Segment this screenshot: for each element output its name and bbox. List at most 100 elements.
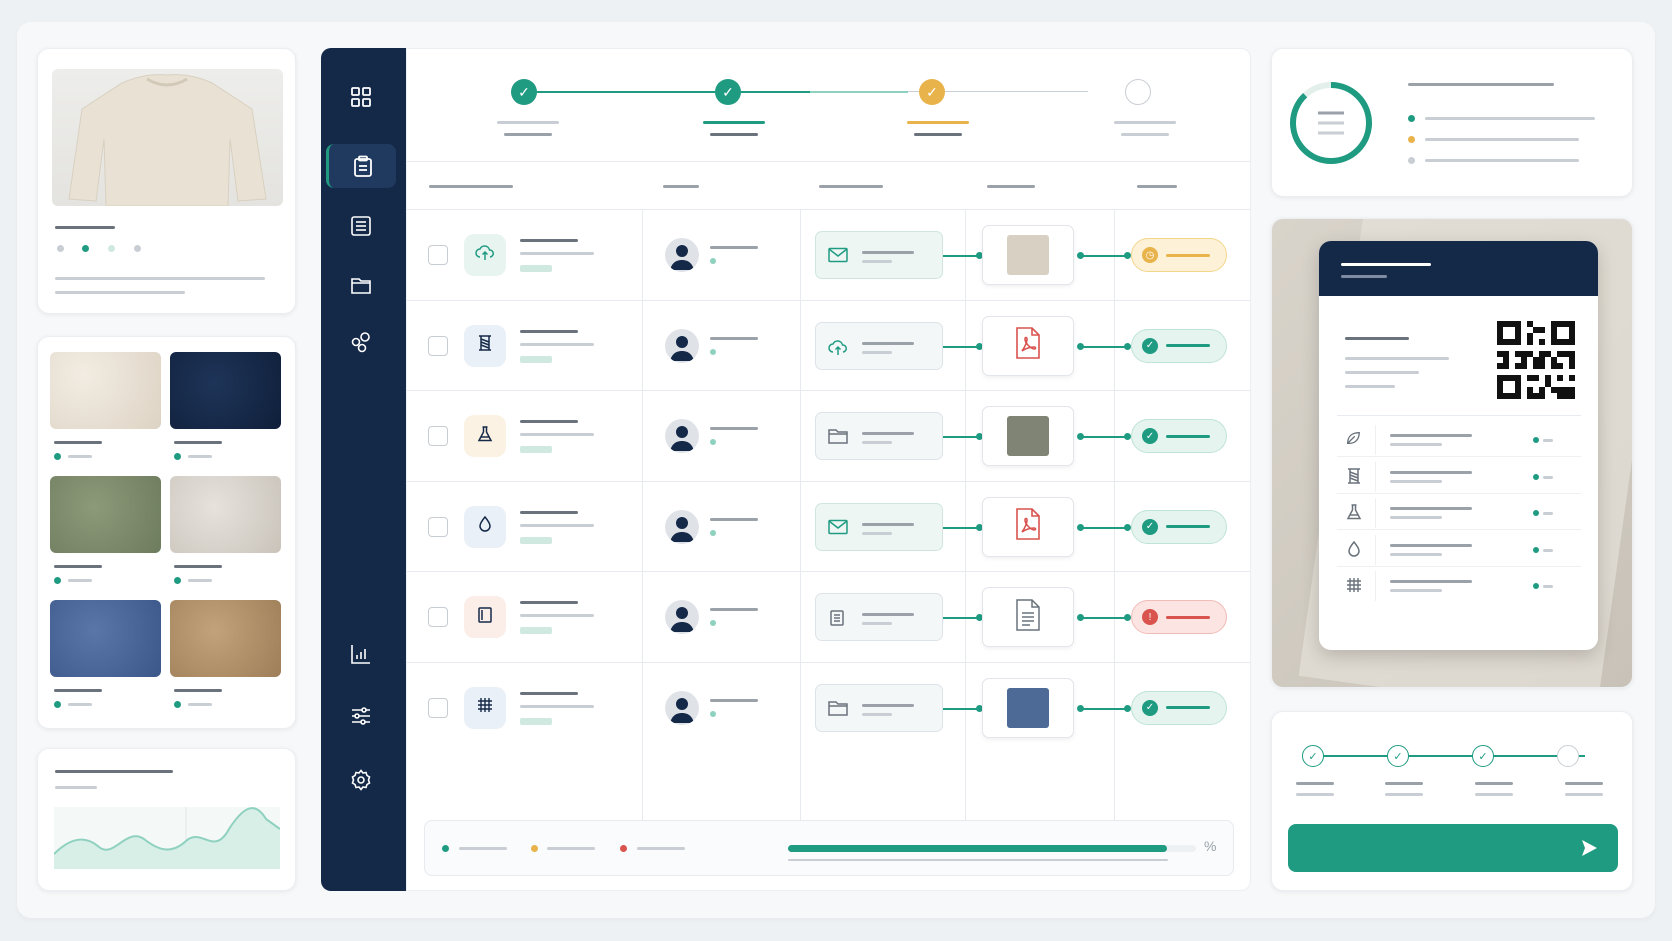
weave-icon bbox=[1345, 576, 1363, 599]
material-type-icon bbox=[464, 596, 506, 638]
passport-row[interactable] bbox=[1337, 421, 1581, 457]
mail-icon bbox=[828, 519, 848, 540]
passport-row[interactable] bbox=[1337, 494, 1581, 530]
passport-document[interactable] bbox=[1319, 241, 1598, 650]
row-checkbox[interactable] bbox=[428, 607, 448, 627]
approved-status-icon: ✓ bbox=[1142, 699, 1158, 716]
document-chip[interactable] bbox=[815, 502, 943, 551]
document-chip[interactable] bbox=[815, 683, 943, 732]
rejected-status-icon: ! bbox=[1142, 609, 1158, 625]
sidebar-item-folder[interactable] bbox=[326, 263, 396, 307]
folder-icon bbox=[828, 428, 848, 449]
sidebar-item-settings[interactable] bbox=[326, 758, 396, 802]
swatch-light-grey[interactable] bbox=[170, 476, 281, 553]
sidebar-item-filters[interactable] bbox=[326, 694, 396, 738]
overall-progress-bar bbox=[788, 845, 1196, 852]
attachment-thumbnail[interactable] bbox=[982, 496, 1074, 557]
row-checkbox[interactable] bbox=[428, 516, 448, 537]
legend-pending-dot bbox=[531, 845, 538, 852]
fabric-swatch bbox=[1007, 235, 1049, 275]
attachment-thumbnail[interactable] bbox=[982, 406, 1074, 466]
material-type-icon bbox=[464, 686, 506, 729]
passport-row[interactable] bbox=[1337, 531, 1581, 567]
attachment-thumbnail[interactable] bbox=[982, 677, 1074, 738]
send-arrow-icon bbox=[1582, 840, 1597, 856]
table-header bbox=[407, 161, 1250, 209]
avatar[interactable] bbox=[665, 509, 699, 544]
avatar[interactable] bbox=[665, 238, 699, 272]
table-row[interactable]: ◷ bbox=[407, 209, 1250, 299]
sidebar-item-analytics[interactable] bbox=[326, 632, 396, 676]
table-row[interactable]: ✓ bbox=[407, 299, 1250, 390]
status-badge[interactable]: ✓ bbox=[1131, 509, 1227, 544]
document-chip[interactable] bbox=[815, 593, 943, 641]
submission-step[interactable] bbox=[1557, 745, 1579, 767]
passport-row[interactable] bbox=[1337, 567, 1581, 603]
swatch-denim[interactable] bbox=[50, 600, 161, 677]
step-1[interactable]: ✓ bbox=[511, 79, 537, 105]
clipboard-icon bbox=[353, 155, 372, 177]
status-badge[interactable]: ◷ bbox=[1131, 238, 1227, 272]
avatar[interactable] bbox=[665, 600, 699, 634]
sliders-icon bbox=[352, 707, 370, 725]
step-4[interactable] bbox=[1125, 79, 1151, 105]
step-3[interactable]: ✓ bbox=[919, 79, 945, 105]
sidebar-item-clipboard[interactable] bbox=[326, 144, 396, 188]
attachment-thumbnail[interactable] bbox=[982, 225, 1074, 285]
table-row[interactable]: ✓ bbox=[407, 480, 1250, 571]
leaf-icon bbox=[1345, 430, 1361, 451]
status-badge[interactable]: ✓ bbox=[1131, 328, 1227, 363]
trend-card bbox=[37, 748, 296, 891]
approved-status-icon: ✓ bbox=[1142, 518, 1158, 535]
attachment-thumbnail[interactable] bbox=[982, 315, 1074, 376]
progress-percent: % bbox=[1204, 838, 1217, 854]
overall-progress-fill bbox=[788, 845, 1168, 852]
submission-step[interactable]: ✓ bbox=[1302, 745, 1324, 767]
water-drop-icon bbox=[476, 515, 494, 538]
sidebar-item-dashboard[interactable] bbox=[326, 75, 396, 119]
flask-icon bbox=[1345, 503, 1363, 526]
submission-step[interactable]: ✓ bbox=[1472, 745, 1494, 767]
gear-icon bbox=[351, 769, 371, 791]
tag-icon bbox=[476, 606, 494, 629]
row-checkbox[interactable] bbox=[428, 335, 448, 356]
attachment-thumbnail[interactable] bbox=[982, 587, 1074, 647]
submission-card: ✓ ✓ ✓ bbox=[1271, 711, 1633, 891]
document-chip[interactable] bbox=[815, 231, 943, 279]
avatar[interactable] bbox=[665, 419, 699, 453]
status-badge[interactable]: ! bbox=[1131, 600, 1227, 634]
legend-approved-dot bbox=[442, 845, 449, 852]
table-footer: % bbox=[424, 820, 1234, 876]
table-row[interactable]: ✓ bbox=[407, 661, 1250, 752]
document-chip[interactable] bbox=[815, 321, 943, 370]
row-checkbox[interactable] bbox=[428, 426, 448, 446]
passport-card bbox=[1271, 218, 1633, 688]
submission-step[interactable]: ✓ bbox=[1387, 745, 1409, 767]
product-card[interactable] bbox=[37, 48, 296, 314]
approved-status-icon: ✓ bbox=[1142, 337, 1158, 354]
step-2[interactable]: ✓ bbox=[715, 79, 741, 105]
status-badge[interactable]: ✓ bbox=[1131, 419, 1227, 453]
passport-row[interactable] bbox=[1337, 458, 1581, 494]
swatch-tan[interactable] bbox=[170, 600, 281, 677]
table-row[interactable]: ✓ bbox=[407, 390, 1250, 480]
swatch-navy[interactable] bbox=[170, 352, 281, 429]
sidebar-item-network[interactable] bbox=[326, 320, 396, 364]
avatar[interactable] bbox=[665, 690, 699, 725]
submit-button[interactable] bbox=[1288, 824, 1618, 872]
sidebar bbox=[321, 48, 406, 891]
chart-icon bbox=[351, 645, 370, 664]
swatch-sage[interactable] bbox=[50, 476, 161, 553]
swatch-cream[interactable] bbox=[50, 352, 161, 429]
avatar[interactable] bbox=[665, 328, 699, 363]
sidebar-item-list[interactable] bbox=[326, 204, 396, 248]
document-chip[interactable] bbox=[815, 412, 943, 460]
table-row[interactable]: ! bbox=[407, 571, 1250, 661]
spool-icon bbox=[1345, 467, 1363, 490]
row-checkbox[interactable] bbox=[428, 245, 448, 265]
qr-code-icon[interactable] bbox=[1497, 321, 1575, 399]
fabric-swatch bbox=[1007, 416, 1049, 456]
status-badge[interactable]: ✓ bbox=[1131, 690, 1227, 725]
document-icon bbox=[828, 609, 846, 632]
row-checkbox[interactable] bbox=[428, 697, 448, 718]
